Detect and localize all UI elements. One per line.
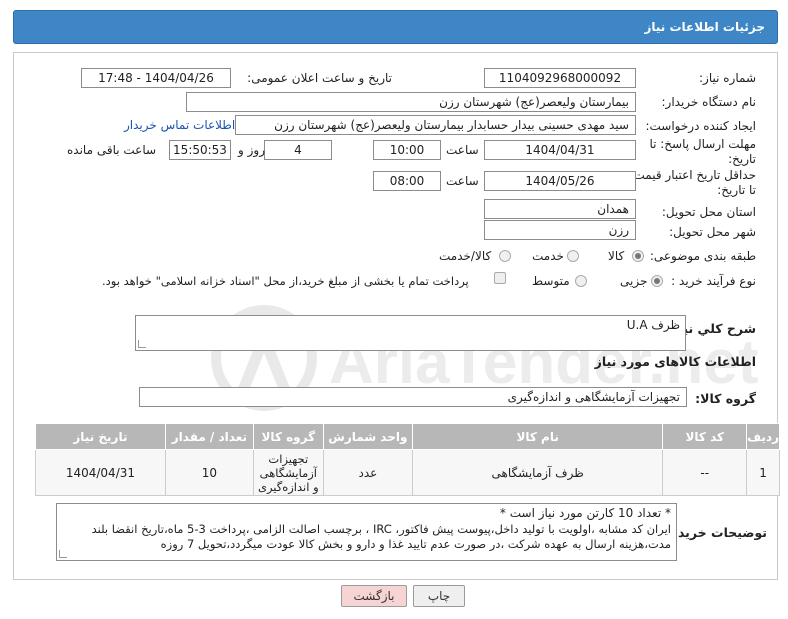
col-header-row-number: ردیف <box>746 423 780 450</box>
cell-need-date: 1404/04/31 <box>35 449 166 496</box>
buyer-org-label: نام دستگاه خریدار: <box>661 95 757 109</box>
page-frame: جزئیات اطلاعات نیاز AriaTender.net شماره… <box>0 0 788 619</box>
category-service-label: خدمت <box>532 249 564 263</box>
return-button[interactable]: بازگشت <box>341 585 407 607</box>
goods-group-label: گروه کالا: <box>695 391 756 406</box>
print-button[interactable]: چاپ <box>413 585 465 607</box>
goods-table: ردیف کد کالا نام کالا واحد شمارش گروه کا… <box>35 423 780 496</box>
deadline-time-field: 10:00 <box>373 140 441 160</box>
process-label: نوع فرآیند خرید : <box>671 274 756 288</box>
details-panel: AriaTender.net شماره نیاز: 1104092968000… <box>13 52 780 580</box>
buyer-notes-line-1: * تعداد 10 کارتن مورد نیاز است * <box>499 506 671 520</box>
buyer-notes-line-3: مدت،هزینه ارسال به عهده شرکت ،در صورت عد… <box>160 537 671 551</box>
city-label: شهر محل تحویل: <box>669 225 756 239</box>
need-number-field: 1104092968000092 <box>484 68 636 88</box>
creator-field: سید مهدی حسینی بیدار حسابدار بیمارستان و… <box>235 115 636 135</box>
category-radio-goods-service[interactable] <box>499 250 511 262</box>
cell-goods-name: ظرف آزمایشگاهی <box>411 449 664 496</box>
category-goods-label: کالا <box>608 249 625 263</box>
treasury-payment-checkbox[interactable] <box>494 272 506 284</box>
buyer-org-field: بیمارستان ولیعصر(عج) شهرستان رزن <box>186 92 636 112</box>
process-minor-label: جزیی <box>620 274 648 288</box>
days-remaining-field: 4 <box>264 140 332 160</box>
validity-label-2: تا تاریخ: <box>717 183 756 197</box>
deadline-label: مهلت ارسال پاسخ: تا <box>649 137 756 151</box>
province-field: همدان <box>484 199 636 219</box>
announce-datetime-label: تاریخ و ساعت اعلان عمومی: <box>247 71 392 85</box>
col-header-quantity: تعداد / مقدار <box>164 423 254 450</box>
buyer-contact-link[interactable]: اطلاعات تماس خریدار <box>124 118 235 132</box>
remaining-time-label: ساعت باقی مانده <box>67 143 157 157</box>
category-radio-service[interactable] <box>567 250 579 262</box>
process-radio-medium[interactable] <box>575 275 587 287</box>
creator-label: ایجاد کننده درخواست: <box>645 119 756 133</box>
cell-quantity: 10 <box>164 449 254 496</box>
cell-unit: عدد <box>322 449 413 496</box>
col-header-unit: واحد شمارش <box>322 423 413 450</box>
buyer-notes-label: توضیحات خریدار: <box>661 525 767 540</box>
goods-group-field: تجهیزات آزمایشگاهی و اندازه‌گیری <box>139 387 687 407</box>
table-header-row: ردیف کد کالا نام کالا واحد شمارش گروه کا… <box>35 423 780 450</box>
buyer-notes-line-2: ایران کد مشابه ،اولویت با تولید داخل،پیو… <box>91 521 671 536</box>
need-number-label: شماره نیاز: <box>699 71 756 85</box>
buyer-notes-field: * تعداد 10 کارتن مورد نیاز است * ایران ک… <box>56 503 677 561</box>
deadline-label-2: تاریخ: <box>728 152 756 166</box>
category-goods-service-label: کالا/خدمت <box>439 249 492 263</box>
window-title-bar: جزئیات اطلاعات نیاز <box>13 10 778 44</box>
validity-time-field: 08:00 <box>373 171 441 191</box>
summary-text: ظرف U.A <box>626 318 680 332</box>
cell-goods-group: تجهیزات آزمایشگاهی و اندازه‌گیری <box>252 449 324 496</box>
deadline-date-field: 1404/04/31 <box>484 140 636 160</box>
col-header-goods-group: گروه کالا <box>252 423 324 450</box>
process-medium-label: متوسط <box>532 274 570 288</box>
category-radio-goods[interactable] <box>632 250 644 262</box>
validity-date-field: 1404/05/26 <box>484 171 636 191</box>
province-label: استان محل تحویل: <box>661 205 756 219</box>
table-row: 1 -- ظرف آزمایشگاهی عدد تجهیزات آزمایشگا… <box>35 449 780 496</box>
remaining-time-field: 15:50:53 <box>169 140 231 160</box>
city-field: رزن <box>484 220 636 240</box>
category-label: طبقه بندی موضوعی: <box>649 249 756 263</box>
cell-row-number: 1 <box>746 449 780 496</box>
window-title: جزئیات اطلاعات نیاز <box>644 20 765 34</box>
validity-time-label: ساعت <box>446 174 479 188</box>
deadline-time-label: ساعت <box>446 143 479 157</box>
resize-grip-icon[interactable] <box>59 550 67 558</box>
col-header-need-date: تاریخ نیاز <box>35 423 166 450</box>
col-header-goods-name: نام کالا <box>411 423 664 450</box>
resize-grip-icon[interactable] <box>138 340 146 348</box>
cell-goods-code: -- <box>662 449 748 496</box>
treasury-payment-note: پرداخت تمام یا بخشی از مبلغ خرید،از محل … <box>102 274 469 288</box>
process-radio-minor[interactable] <box>651 275 663 287</box>
col-header-goods-code: کد کالا <box>662 423 748 450</box>
announce-datetime-field: 1404/04/26 - 17:48 <box>81 68 231 88</box>
goods-info-title: اطلاعات کالاهای مورد نیاز <box>594 354 756 369</box>
days-label: روز و <box>238 143 265 157</box>
summary-field: ظرف U.A <box>135 315 686 351</box>
validity-label: حداقل تاریخ اعتبار قیمت: <box>629 168 756 182</box>
